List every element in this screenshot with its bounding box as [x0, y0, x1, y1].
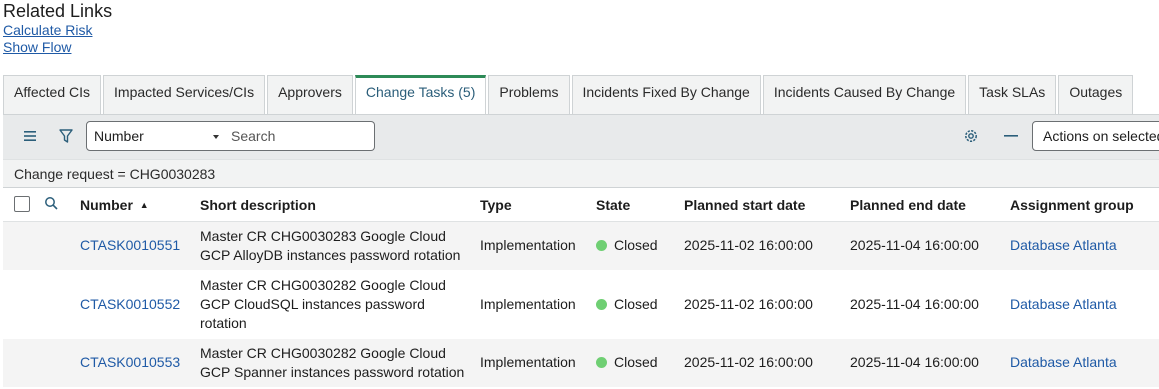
state-closed-indicator [596, 240, 607, 251]
filter-breadcrumb: Change request = CHG0030283 [3, 159, 1159, 188]
column-number-label: Number [80, 197, 133, 213]
chevron-down-icon [213, 135, 219, 139]
tab-incidents-fixed[interactable]: Incidents Fixed By Change [571, 75, 761, 115]
short-description: Master CR CHG0030283 Google Cloud GCP Al… [200, 228, 461, 263]
tab-change-tasks[interactable]: Change Tasks (5) [354, 75, 487, 116]
assignment-group-link[interactable]: Database Atlanta [1010, 295, 1117, 314]
column-number[interactable]: Number ▲ [80, 197, 149, 213]
task-type: Implementation [480, 296, 576, 312]
column-type[interactable]: Type [480, 197, 512, 213]
select-all-checkbox[interactable] [14, 196, 30, 212]
task-type: Implementation [480, 354, 576, 370]
table-header-row: Number ▲ Short description Type State Pl… [3, 188, 1159, 222]
table-row: CTASK0010553 Master CR CHG0030282 Google… [3, 339, 1159, 388]
tab-incidents-caused[interactable]: Incidents Caused By Change [762, 75, 967, 115]
table-row: CTASK0010552 Master CR CHG0030282 Google… [3, 271, 1159, 339]
tab-task-slas[interactable]: Task SLAs [968, 75, 1057, 115]
assignment-group-link[interactable]: Database Atlanta [1010, 236, 1117, 255]
sort-ascending-icon: ▲ [139, 200, 149, 210]
search-field-value: Number [94, 128, 144, 144]
column-planned-end[interactable]: Planned end date [850, 197, 966, 213]
state-label: Closed [614, 296, 658, 312]
table-row: CTASK0010551 Master CR CHG0030283 Google… [3, 222, 1159, 271]
tab-affected-cis[interactable]: Affected CIs [3, 75, 102, 115]
task-number-link[interactable]: CTASK0010551 [80, 236, 180, 255]
planned-end: 2025-11-04 16:00:00 [850, 296, 979, 312]
table-body: CTASK0010551 Master CR CHG0030283 Google… [3, 222, 1159, 388]
show-flow-link[interactable]: Show Flow [3, 39, 112, 56]
task-state: Closed [596, 295, 658, 314]
task-state: Closed [596, 236, 658, 255]
list-menu-icon[interactable] [17, 123, 43, 149]
short-description: Master CR CHG0030282 Google Cloud GCP Sp… [200, 345, 465, 380]
filter-icon[interactable] [53, 123, 79, 149]
planned-end: 2025-11-04 16:00:00 [850, 237, 979, 253]
related-list-tabs: Affected CIs Impacted Services/CIs Appro… [3, 75, 1135, 116]
gear-icon[interactable] [958, 123, 984, 149]
column-planned-start[interactable]: Planned start date [684, 197, 805, 213]
column-short-description[interactable]: Short description [200, 197, 316, 213]
planned-start: 2025-11-02 16:00:00 [684, 296, 813, 312]
planned-end: 2025-11-04 16:00:00 [850, 354, 979, 370]
list-toolbar: Number Actions on selected rows... [3, 114, 1159, 160]
tab-outages[interactable]: Outages [1058, 75, 1134, 115]
column-assignment-group[interactable]: Assignment group [1010, 197, 1134, 213]
related-links-heading: Related Links [3, 1, 113, 21]
state-label: Closed [614, 354, 658, 370]
tab-problems[interactable]: Problems [488, 75, 570, 115]
related-links: Related Links Calculate Risk Show Flow [3, 0, 112, 56]
planned-start: 2025-11-02 16:00:00 [684, 237, 813, 253]
short-description: Master CR CHG0030282 Google Cloud GCP Cl… [200, 277, 446, 331]
collapse-icon[interactable] [998, 123, 1024, 149]
state-closed-indicator [596, 299, 607, 310]
assignment-group-link[interactable]: Database Atlanta [1010, 353, 1117, 372]
state-closed-indicator [596, 357, 607, 368]
task-number-link[interactable]: CTASK0010552 [80, 295, 180, 314]
actions-select[interactable]: Actions on selected rows... [1032, 121, 1159, 151]
tab-impacted-services[interactable]: Impacted Services/CIs [103, 75, 266, 115]
column-search-icon[interactable] [44, 196, 58, 213]
state-label: Closed [614, 237, 658, 253]
task-number-link[interactable]: CTASK0010553 [80, 353, 180, 372]
task-state: Closed [596, 353, 658, 372]
search-field-select[interactable]: Number [86, 121, 226, 151]
task-type: Implementation [480, 237, 576, 253]
calculate-risk-link[interactable]: Calculate Risk [3, 22, 112, 39]
change-tasks-table: Number ▲ Short description Type State Pl… [3, 188, 1159, 388]
planned-start: 2025-11-02 16:00:00 [684, 354, 813, 370]
filter-condition[interactable]: Change request = CHG0030283 [14, 166, 215, 182]
column-state[interactable]: State [596, 197, 630, 213]
search-input[interactable] [225, 121, 375, 151]
tab-approvers[interactable]: Approvers [267, 75, 353, 115]
